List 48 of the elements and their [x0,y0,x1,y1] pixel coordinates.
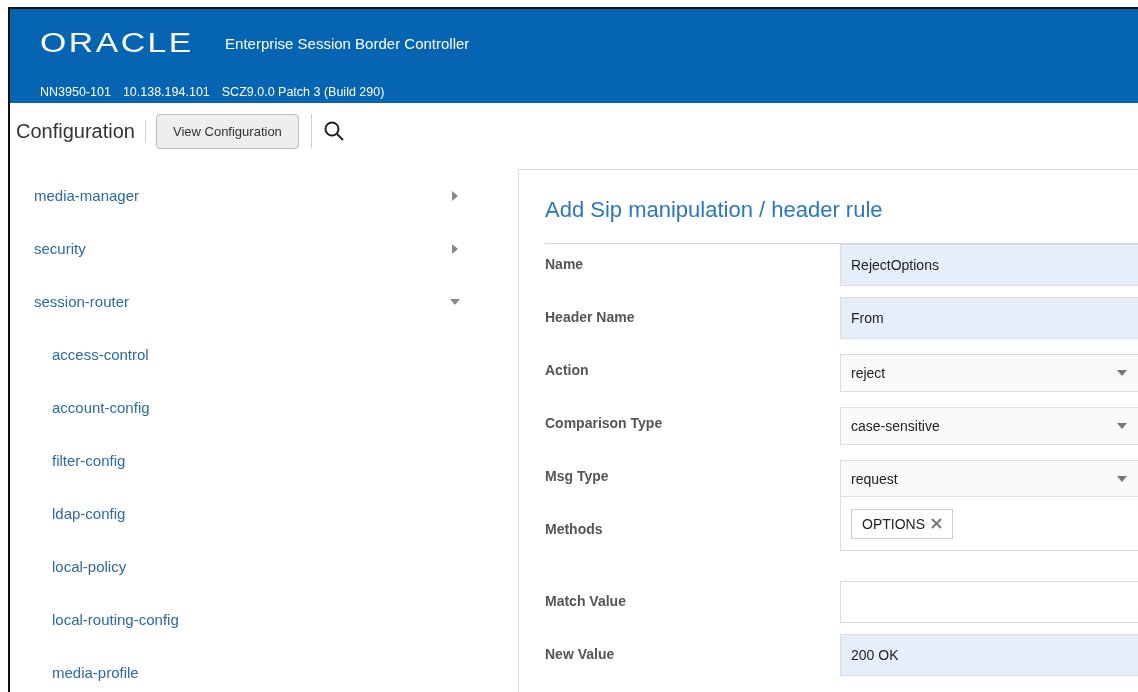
field-value: request [851,471,899,487]
field-label: Name [545,255,585,272]
search-icon[interactable] [323,121,344,141]
caret-icon [1116,369,1128,377]
tree-item[interactable]: media-profile [52,664,139,681]
tree-item[interactable]: media-manager [34,187,140,204]
field-label: Match Value [545,592,627,609]
input-field[interactable]: From [840,297,1138,339]
field-value: RejectOptions [851,257,940,273]
field-label: Msg Type [545,467,610,484]
view-configuration-button[interactable]: View Configuration [155,113,299,149]
input-field[interactable]: OPTIONS [840,496,1138,551]
field-label: New Value [545,645,616,662]
product-name: Enterprise Session Border Controller [225,34,470,52]
remove-icon[interactable] [931,518,942,529]
caret-icon [1116,475,1128,483]
field-label: Comparison Type [545,414,664,431]
field-value: From [851,310,885,326]
tree-item[interactable]: account-config [52,399,150,416]
tree-item[interactable]: ldap-config [52,505,126,522]
method-tag: OPTIONS [851,508,953,539]
input-field[interactable]: 200 OK [840,634,1138,676]
caret-icon [1116,422,1128,430]
select-field[interactable]: request [840,460,1138,498]
input-field[interactable] [840,581,1138,623]
input-field[interactable]: RejectOptions [840,244,1138,286]
system-info: NN3950-101 [40,85,111,99]
tree-item[interactable]: filter-config [52,452,126,469]
logo: ORACLE [40,27,194,59]
caret-right-icon[interactable] [450,243,460,254]
tree-item[interactable]: local-policy [52,558,127,575]
field-value: reject [851,365,887,381]
tree-item[interactable]: local-routing-config [52,611,179,628]
tree-item[interactable]: security [34,240,86,257]
page-title: Configuration [16,119,146,143]
field-label: Header Name [545,308,636,325]
caret-down-icon[interactable] [450,296,460,307]
select-field[interactable]: case-sensitive [840,407,1138,445]
tree-item[interactable]: access-control [52,346,149,363]
caret-right-icon[interactable] [450,190,460,201]
system-info: 10.138.194.101 [122,85,210,99]
field-value: case-sensitive [851,418,941,434]
select-field[interactable]: reject [840,354,1138,392]
tree-item[interactable]: session-router [34,293,130,310]
field-value: 200 OK [851,647,900,663]
field-label: Action [545,361,590,378]
field-label: Methods [545,520,604,537]
system-info: SCZ9.0.0 Patch 3 (Build 290) [221,85,385,99]
